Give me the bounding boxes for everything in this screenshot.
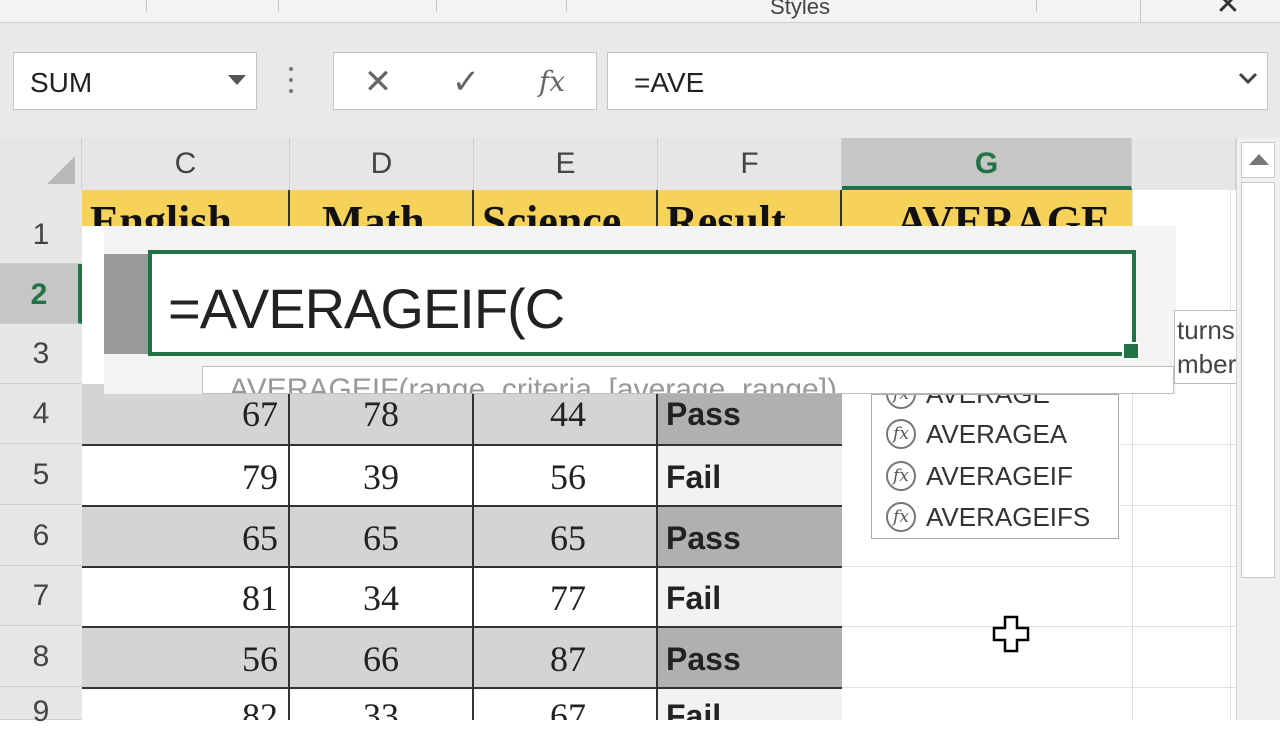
cell-f7[interactable]: Fail bbox=[658, 566, 842, 626]
ribbon-separator bbox=[1036, 0, 1037, 12]
gridline bbox=[1119, 444, 1236, 445]
cell-c7[interactable]: 81 bbox=[82, 566, 290, 626]
ribbon-bottom-edge: Styles ✕ bbox=[0, 0, 1280, 23]
function-autocomplete-list: fx AVERAGE fx AVERAGEA fx AVERAGEIF fx A… bbox=[871, 394, 1119, 539]
vertical-scrollbar[interactable] bbox=[1236, 138, 1280, 720]
cell-editor[interactable]: =AVERAGEIF(C bbox=[148, 250, 1140, 360]
cell-d6[interactable]: 65 bbox=[290, 505, 474, 566]
row-header-6[interactable]: 6 bbox=[0, 505, 82, 566]
cell-d8[interactable]: 66 bbox=[290, 626, 474, 687]
cell-e8[interactable]: 87 bbox=[474, 626, 658, 687]
ribbon-separator bbox=[566, 0, 567, 12]
gridline bbox=[842, 626, 1236, 627]
ribbon-group-styles-label: Styles bbox=[770, 0, 830, 19]
function-icon: fx bbox=[886, 502, 916, 532]
row-header-1[interactable]: 1 bbox=[0, 190, 82, 264]
cell-d5[interactable]: 39 bbox=[290, 444, 474, 505]
select-all-corner[interactable] bbox=[0, 138, 82, 190]
cell-c5[interactable]: 79 bbox=[82, 444, 290, 505]
function-icon: fx bbox=[886, 395, 916, 409]
name-box[interactable]: SUM bbox=[13, 52, 257, 110]
ribbon-separator bbox=[278, 0, 279, 12]
function-syntax-tooltip: AVERAGEIF(range, criteria, [average_rang… bbox=[202, 366, 1174, 394]
formula-bar-row: SUM ✕ ✓ fx =AVE bbox=[0, 23, 1280, 138]
ribbon-separator bbox=[1140, 0, 1141, 22]
cell-select-cursor-icon bbox=[992, 615, 1030, 653]
cell-f6[interactable]: Pass bbox=[658, 505, 842, 566]
cell-e9[interactable]: 67 bbox=[474, 687, 658, 720]
header-cell-english[interactable]: English bbox=[82, 190, 290, 226]
row-header-7[interactable]: 7 bbox=[0, 566, 82, 626]
cancel-icon[interactable]: ✕ bbox=[348, 59, 408, 105]
function-icon: fx bbox=[886, 419, 916, 449]
column-header-f[interactable]: F bbox=[658, 138, 842, 190]
chevron-down-icon[interactable] bbox=[228, 75, 246, 85]
row-header-8[interactable]: 8 bbox=[0, 626, 82, 687]
enter-icon[interactable]: ✓ bbox=[436, 59, 496, 105]
row-header-5[interactable]: 5 bbox=[0, 444, 82, 505]
row-header-4[interactable]: 4 bbox=[0, 384, 82, 444]
scrollbar-thumb[interactable] bbox=[1241, 182, 1275, 578]
cell-f5[interactable]: Fail bbox=[658, 444, 842, 505]
column-header-e[interactable]: E bbox=[474, 138, 658, 190]
row-header-9[interactable]: 9 bbox=[0, 687, 82, 728]
gridline bbox=[842, 687, 1236, 688]
formula-buttons: ✕ ✓ fx bbox=[333, 52, 597, 110]
cell-d7[interactable]: 34 bbox=[290, 566, 474, 626]
column-header-c[interactable]: C bbox=[82, 138, 290, 190]
cell-e5[interactable]: 56 bbox=[474, 444, 658, 505]
column-header-h[interactable] bbox=[1132, 138, 1236, 190]
cell-c6[interactable]: 65 bbox=[82, 505, 290, 566]
cell-c8[interactable]: 56 bbox=[82, 626, 290, 687]
header-cell-science[interactable]: Science bbox=[474, 190, 658, 226]
ribbon-separator bbox=[436, 0, 437, 12]
name-box-value: SUM bbox=[30, 67, 93, 98]
cell-f9[interactable]: Fail bbox=[658, 687, 842, 720]
cell-e7[interactable]: 77 bbox=[474, 566, 658, 626]
header-cell-math[interactable]: Math bbox=[290, 190, 474, 226]
ribbon-separator bbox=[146, 0, 147, 12]
cell-c9[interactable]: 82 bbox=[82, 687, 290, 720]
formula-input-value: =AVE bbox=[634, 67, 705, 98]
column-header-d[interactable]: D bbox=[290, 138, 474, 190]
fill-handle[interactable] bbox=[1122, 342, 1140, 360]
gridline bbox=[1119, 505, 1236, 506]
cell-e6[interactable]: 65 bbox=[474, 505, 658, 566]
close-icon[interactable]: ✕ bbox=[1208, 0, 1248, 20]
scroll-up-arrow-icon[interactable] bbox=[1241, 142, 1275, 178]
tooltip-syntax-text: AVERAGEIF(range, criteria, [average_rang… bbox=[229, 373, 838, 394]
expand-chevron-icon[interactable] bbox=[1237, 67, 1259, 89]
gridline bbox=[842, 566, 1236, 567]
cell-f8[interactable]: Pass bbox=[658, 626, 842, 687]
gridline bbox=[1230, 190, 1231, 720]
insert-function-icon[interactable]: fx bbox=[522, 59, 582, 105]
cell-d9[interactable]: 33 bbox=[290, 687, 474, 720]
row-header-3[interactable]: 3 bbox=[0, 324, 82, 384]
header-cell-average[interactable]: AVERAGE bbox=[842, 190, 1132, 226]
function-icon: fx bbox=[886, 461, 916, 491]
formula-input[interactable]: =AVE bbox=[607, 52, 1268, 110]
row-header-2[interactable]: 2 bbox=[0, 264, 82, 324]
header-cell-result[interactable]: Result bbox=[658, 190, 842, 226]
drag-handle-icon[interactable] bbox=[288, 67, 294, 97]
cell-editor-value: =AVERAGEIF(C bbox=[168, 277, 565, 340]
column-header-g[interactable]: G bbox=[842, 138, 1132, 190]
